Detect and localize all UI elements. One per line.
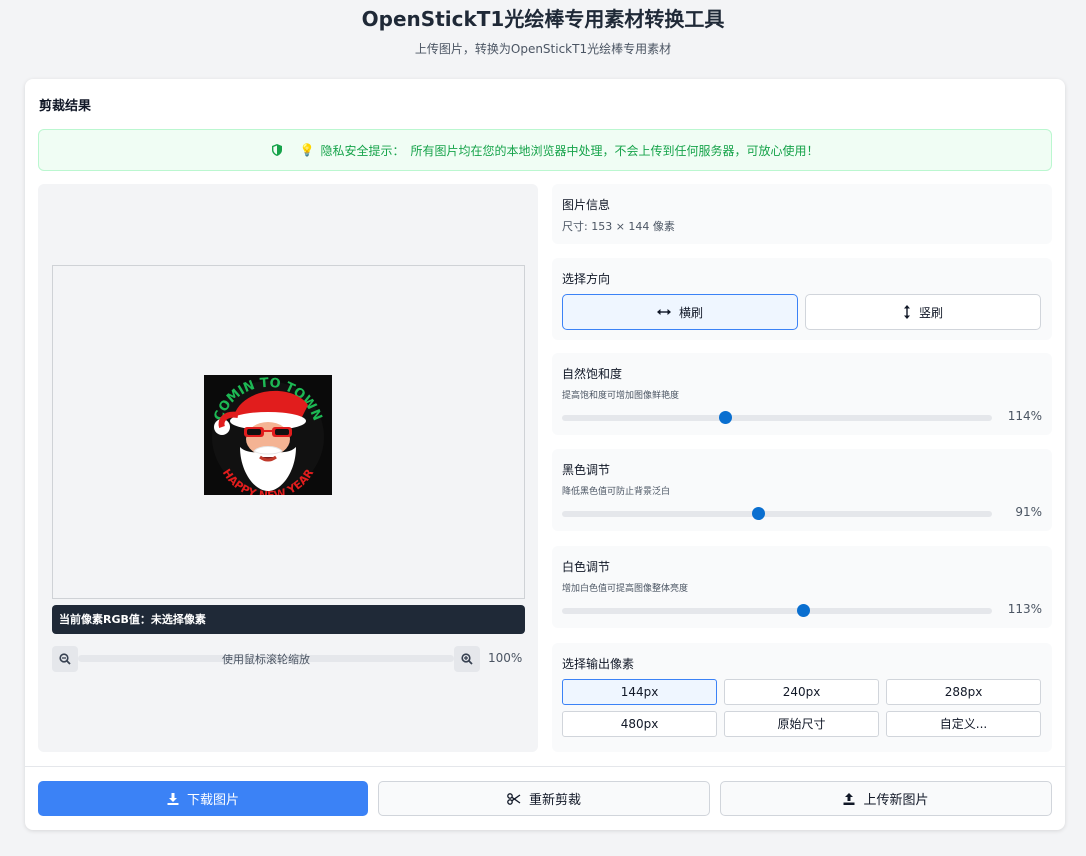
black-hint: 降低黑色值可防止背景泛白 [562,487,671,497]
zoom-in-button[interactable] [454,646,480,672]
recrop-button[interactable]: 重新剪裁 [378,781,710,816]
black-title: 黑色调节 [562,463,611,477]
santa-image: COMIN TO TOWN HAPPY NEW YEAR [204,375,332,495]
horizontal-brush-button[interactable]: 横刷 [562,294,798,330]
vertical-brush-button[interactable]: 竖刷 [805,294,1041,330]
download-button[interactable]: 下载图片 [38,781,368,816]
saturation-slider[interactable] [562,411,992,424]
horizontal-brush-label: 横刷 [678,305,703,320]
upload-new-button[interactable]: 上传新图片 [720,781,1052,816]
black-value: 91% [1015,505,1042,519]
white-section: 白色调节 增加白色值可提高图像整体亮度 113% [552,546,1052,628]
shield-icon [271,144,282,156]
saturation-section: 自然饱和度 提高饱和度可增加图像鲜艳度 114% [552,353,1052,435]
saturation-hint: 提高饱和度可增加图像鲜艳度 [562,391,680,401]
saturation-slider-thumb[interactable] [719,411,733,424]
output-option-144px[interactable]: 144px [562,679,717,705]
download-icon [167,792,179,805]
result-card: 剪裁结果 💡 隐私安全提示： 所有图片均在您的本地浏览器中处理，不会上传到任何服… [25,79,1065,830]
image-info-title: 图片信息 [562,198,611,212]
download-label: 下载图片 [186,793,239,808]
scissors-icon [507,792,521,805]
image-info-section: 图片信息 尺寸: 153 × 144 像素 [552,184,1052,244]
black-section: 黑色调节 降低黑色值可防止背景泛白 91% [552,449,1052,531]
output-size-title: 选择输出像素 [562,657,635,671]
privacy-notice: 💡 隐私安全提示： 所有图片均在您的本地浏览器中处理，不会上传到任何服务器，可放… [38,129,1052,171]
output-option-custom[interactable]: 自定义... [886,711,1041,737]
recrop-label: 重新剪裁 [528,793,581,808]
zoom-in-icon [461,653,473,665]
vertical-brush-label: 竖刷 [918,305,943,320]
preview-panel: COMIN TO TOWN HAPPY NEW YEAR 当 [38,184,538,752]
lightbulb-icon: 💡 [299,143,315,157]
black-slider-thumb[interactable] [751,507,765,520]
white-slider[interactable] [562,604,992,617]
privacy-label: 隐私安全提示： [320,143,405,158]
footer-divider [25,766,1065,767]
output-option-original[interactable]: 原始尺寸 [724,711,879,737]
white-title: 白色调节 [562,560,611,574]
saturation-value: 114% [1007,409,1042,423]
saturation-title: 自然饱和度 [562,367,623,381]
output-option-288px[interactable]: 288px [886,679,1041,705]
page-title: OpenStickT1光绘棒专用素材转换工具 [361,7,725,31]
vertical-arrow-icon [903,305,910,319]
page-header: OpenStickT1光绘棒专用素材转换工具 上传图片，转换为OpenStick… [0,0,1086,79]
zoom-value: 100% [488,651,523,665]
output-option-480px[interactable]: 480px [562,711,717,737]
card-title: 剪裁结果 [39,99,92,114]
direction-section: 选择方向 横刷 竖刷 [552,258,1052,340]
output-option-240px[interactable]: 240px [724,679,879,705]
white-value: 113% [1007,602,1042,616]
direction-title: 选择方向 [562,272,611,286]
image-canvas[interactable]: COMIN TO TOWN HAPPY NEW YEAR [52,265,525,599]
white-slider-thumb[interactable] [796,604,810,617]
upload-new-label: 上传新图片 [863,793,929,808]
horizontal-arrow-icon [656,309,671,315]
upload-icon [843,792,855,805]
black-slider[interactable] [562,507,992,520]
zoom-hint: 使用鼠标滚轮缩放 [222,653,310,666]
privacy-text: 所有图片均在您的本地浏览器中处理，不会上传到任何服务器，可放心使用！ [410,143,819,158]
zoom-controls: 使用鼠标滚轮缩放 100% [52,646,525,672]
zoom-out-icon [59,653,71,665]
rgb-value-bar: 当前像素RGB值：未选择像素 [52,605,525,634]
page-subtitle: 上传图片，转换为OpenStickT1光绘棒专用素材 [414,42,672,56]
output-size-section: 选择输出像素 144px 240px 288px 480px 原始尺寸 自定义.… [552,643,1052,752]
zoom-out-button[interactable] [52,646,78,672]
white-hint: 增加白色值可提高图像整体亮度 [562,584,689,594]
image-size-text: 尺寸: 153 × 144 像素 [562,220,675,233]
